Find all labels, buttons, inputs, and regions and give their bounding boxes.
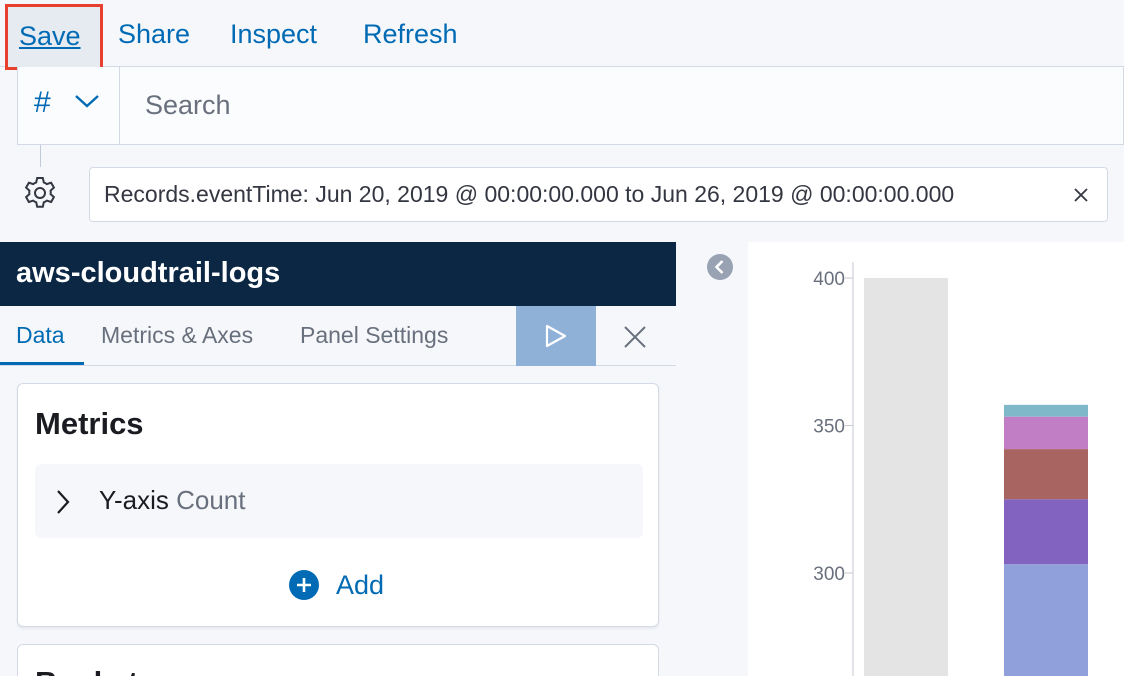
query-language-switcher[interactable]: #	[18, 67, 120, 144]
filter-pill[interactable]: Records.eventTime: Jun 20, 2019 @ 00:00:…	[89, 167, 1108, 222]
plus-circle-icon	[289, 570, 319, 600]
index-pattern-title: aws-cloudtrail-logs	[0, 242, 676, 306]
query-bar: #	[17, 67, 1124, 145]
buckets-card: Buckets	[17, 644, 659, 676]
y-axis-aggregation[interactable]: Y-axis Count	[35, 464, 643, 538]
inspect-link[interactable]: Inspect	[230, 14, 317, 54]
metrics-card: Metrics Y-axis Count Add	[17, 383, 659, 627]
search-input[interactable]	[121, 67, 1121, 144]
gear-icon[interactable]	[22, 175, 58, 211]
share-link[interactable]: Share	[118, 14, 190, 54]
aggregation-label: Y-axis Count	[99, 485, 245, 516]
chevron-down-icon	[75, 95, 99, 108]
filter-pill-label: Records.eventTime: Jun 20, 2019 @ 00:00:…	[104, 181, 955, 207]
top-nav-menu: Save Share Inspect Refresh	[0, 0, 1124, 70]
bar-1-segment-1[interactable]	[864, 278, 948, 676]
tab-panel-settings[interactable]: Panel Settings	[300, 322, 448, 349]
add-metric-label: Add	[336, 570, 385, 600]
play-icon	[545, 324, 567, 348]
y-tick-label: 300	[813, 564, 845, 585]
bar-2-segment-2[interactable]	[1004, 499, 1088, 565]
metrics-title: Metrics	[35, 406, 144, 441]
tab-data[interactable]: Data	[16, 322, 65, 349]
tab-metrics-axes[interactable]: Metrics & Axes	[101, 322, 253, 349]
bar-2-segment-4[interactable]	[1004, 416, 1088, 450]
save-link[interactable]: Save	[5, 4, 103, 70]
aggregation-axis: Y-axis	[99, 485, 169, 515]
active-tab-indicator	[0, 362, 84, 365]
bar-2-segment-3[interactable]	[1004, 449, 1088, 500]
aggregation-type: Count	[176, 485, 246, 515]
save-link-label: Save	[19, 21, 81, 51]
hash-icon: #	[34, 86, 51, 119]
discard-icon[interactable]	[620, 322, 650, 352]
refresh-link[interactable]: Refresh	[363, 14, 458, 54]
y-tick-label: 350	[813, 417, 845, 438]
connector-line	[40, 145, 41, 167]
bar-2-segment-5[interactable]	[1004, 404, 1088, 417]
visualization-area: 300 350 400	[748, 242, 1124, 676]
y-tick-label: 400	[813, 269, 845, 290]
chevron-left-circle-icon[interactable]	[706, 253, 734, 281]
buckets-title: Buckets	[35, 665, 156, 676]
chevron-right-icon[interactable]	[55, 489, 71, 515]
close-icon[interactable]	[1071, 185, 1091, 205]
stacked-bar-chart: 300 350 400	[813, 262, 1088, 676]
apply-changes-button[interactable]	[516, 306, 596, 366]
bar-2-segment-1[interactable]	[1004, 564, 1088, 676]
